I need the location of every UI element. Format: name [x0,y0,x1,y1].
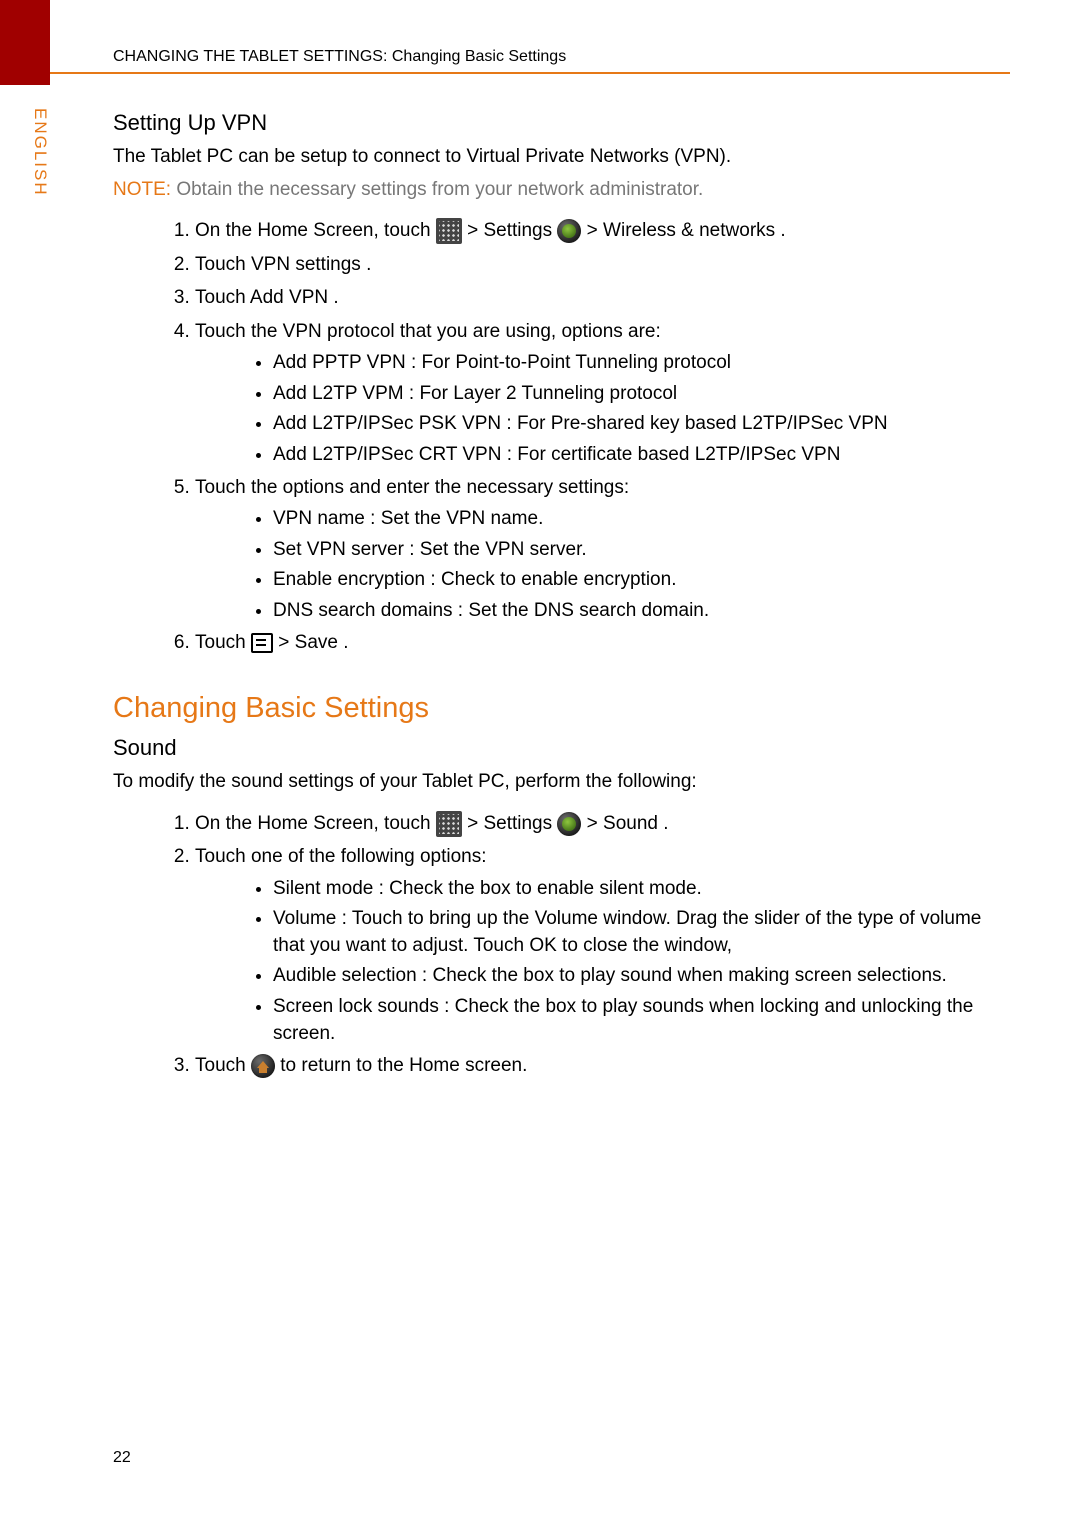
note-label: NOTE: [113,179,171,200]
step-text: Touch the options and enter the necessar… [195,477,629,498]
step-text: > Settings [467,813,557,834]
vpn-note: NOTE: Obtain the necessary settings from… [113,177,1010,204]
vpn-step4-options: Add PPTP VPN : For Point-to-Point Tunnel… [195,350,1010,468]
apps-grid-icon [436,811,462,837]
page-content: Setting Up VPN The Tablet PC can be setu… [113,100,1010,1086]
vpn-steps: On the Home Screen, touch > Settings > W… [113,217,1010,658]
sound-step-3: Touch to return to the Home screen. [195,1052,1010,1081]
sound-step-2: Touch one of the following options: Sile… [195,843,1010,1047]
vpn-step-5: Touch the options and enter the necessar… [195,474,1010,625]
step-text: Touch [195,632,251,653]
red-corner-tab [0,0,50,85]
list-item: Enable encryption : Check to enable encr… [273,567,1010,594]
step-text: to return to the Home screen. [280,1055,527,1076]
vpn-step-6: Touch > Save . [195,629,1010,658]
list-item: Audible selection : Check the box to pla… [273,963,1010,990]
header-rule [50,72,1010,74]
page-header: CHANGING THE TABLET SETTINGS: Changing B… [113,48,1010,66]
list-item: Screen lock sounds : Check the box to pl… [273,994,1010,1047]
list-item: VPN name : Set the VPN name. [273,506,1010,533]
vpn-step-4: Touch the VPN protocol that you are usin… [195,318,1010,469]
vpn-step-2: Touch VPN settings . [195,251,1010,280]
step-text: > Save . [278,632,348,653]
vpn-intro: The Tablet PC can be setup to connect to… [113,144,1010,171]
language-side-label: ENGLISH [30,108,50,197]
sound-intro: To modify the sound settings of your Tab… [113,769,1010,796]
sound-step-1: On the Home Screen, touch > Settings > S… [195,810,1010,839]
sound-heading: Sound [113,735,1010,761]
manual-page: CHANGING THE TABLET SETTINGS: Changing B… [0,0,1080,1527]
settings-icon [557,812,581,836]
list-item: Silent mode : Check the box to enable si… [273,876,1010,903]
list-item: Volume : Touch to bring up the Volume wi… [273,906,1010,959]
list-item: Add L2TP VPM : For Layer 2 Tunneling pro… [273,381,1010,408]
list-item: Add L2TP/IPSec CRT VPN : For certificate… [273,442,1010,469]
step-text: On the Home Screen, touch [195,813,436,834]
page-number: 22 [113,1449,131,1467]
changing-basic-settings-title: Changing Basic Settings [113,692,1010,725]
list-item: Add L2TP/IPSec PSK VPN : For Pre-shared … [273,411,1010,438]
step-text: > Settings [467,220,557,241]
step-text: Touch [195,1055,251,1076]
settings-icon [557,219,581,243]
list-item: Set VPN server : Set the VPN server. [273,537,1010,564]
vpn-step5-options: VPN name : Set the VPN name. Set VPN ser… [195,506,1010,624]
sound-step2-options: Silent mode : Check the box to enable si… [195,876,1010,1048]
menu-icon [251,633,273,653]
step-text: Touch the VPN protocol that you are usin… [195,321,661,342]
home-icon [251,1054,275,1078]
step-text: Touch one of the following options: [195,846,487,867]
list-item: DNS search domains : Set the DNS search … [273,598,1010,625]
vpn-step-3: Touch Add VPN . [195,284,1010,313]
step-text: On the Home Screen, touch [195,220,436,241]
step-text: > Wireless & networks . [587,220,786,241]
list-item: Add PPTP VPN : For Point-to-Point Tunnel… [273,350,1010,377]
apps-grid-icon [436,218,462,244]
step-text: > Sound . [587,813,669,834]
note-body: Obtain the necessary settings from your … [171,179,703,200]
vpn-step-1: On the Home Screen, touch > Settings > W… [195,217,1010,246]
vpn-heading: Setting Up VPN [113,110,1010,136]
sound-steps: On the Home Screen, touch > Settings > S… [113,810,1010,1081]
